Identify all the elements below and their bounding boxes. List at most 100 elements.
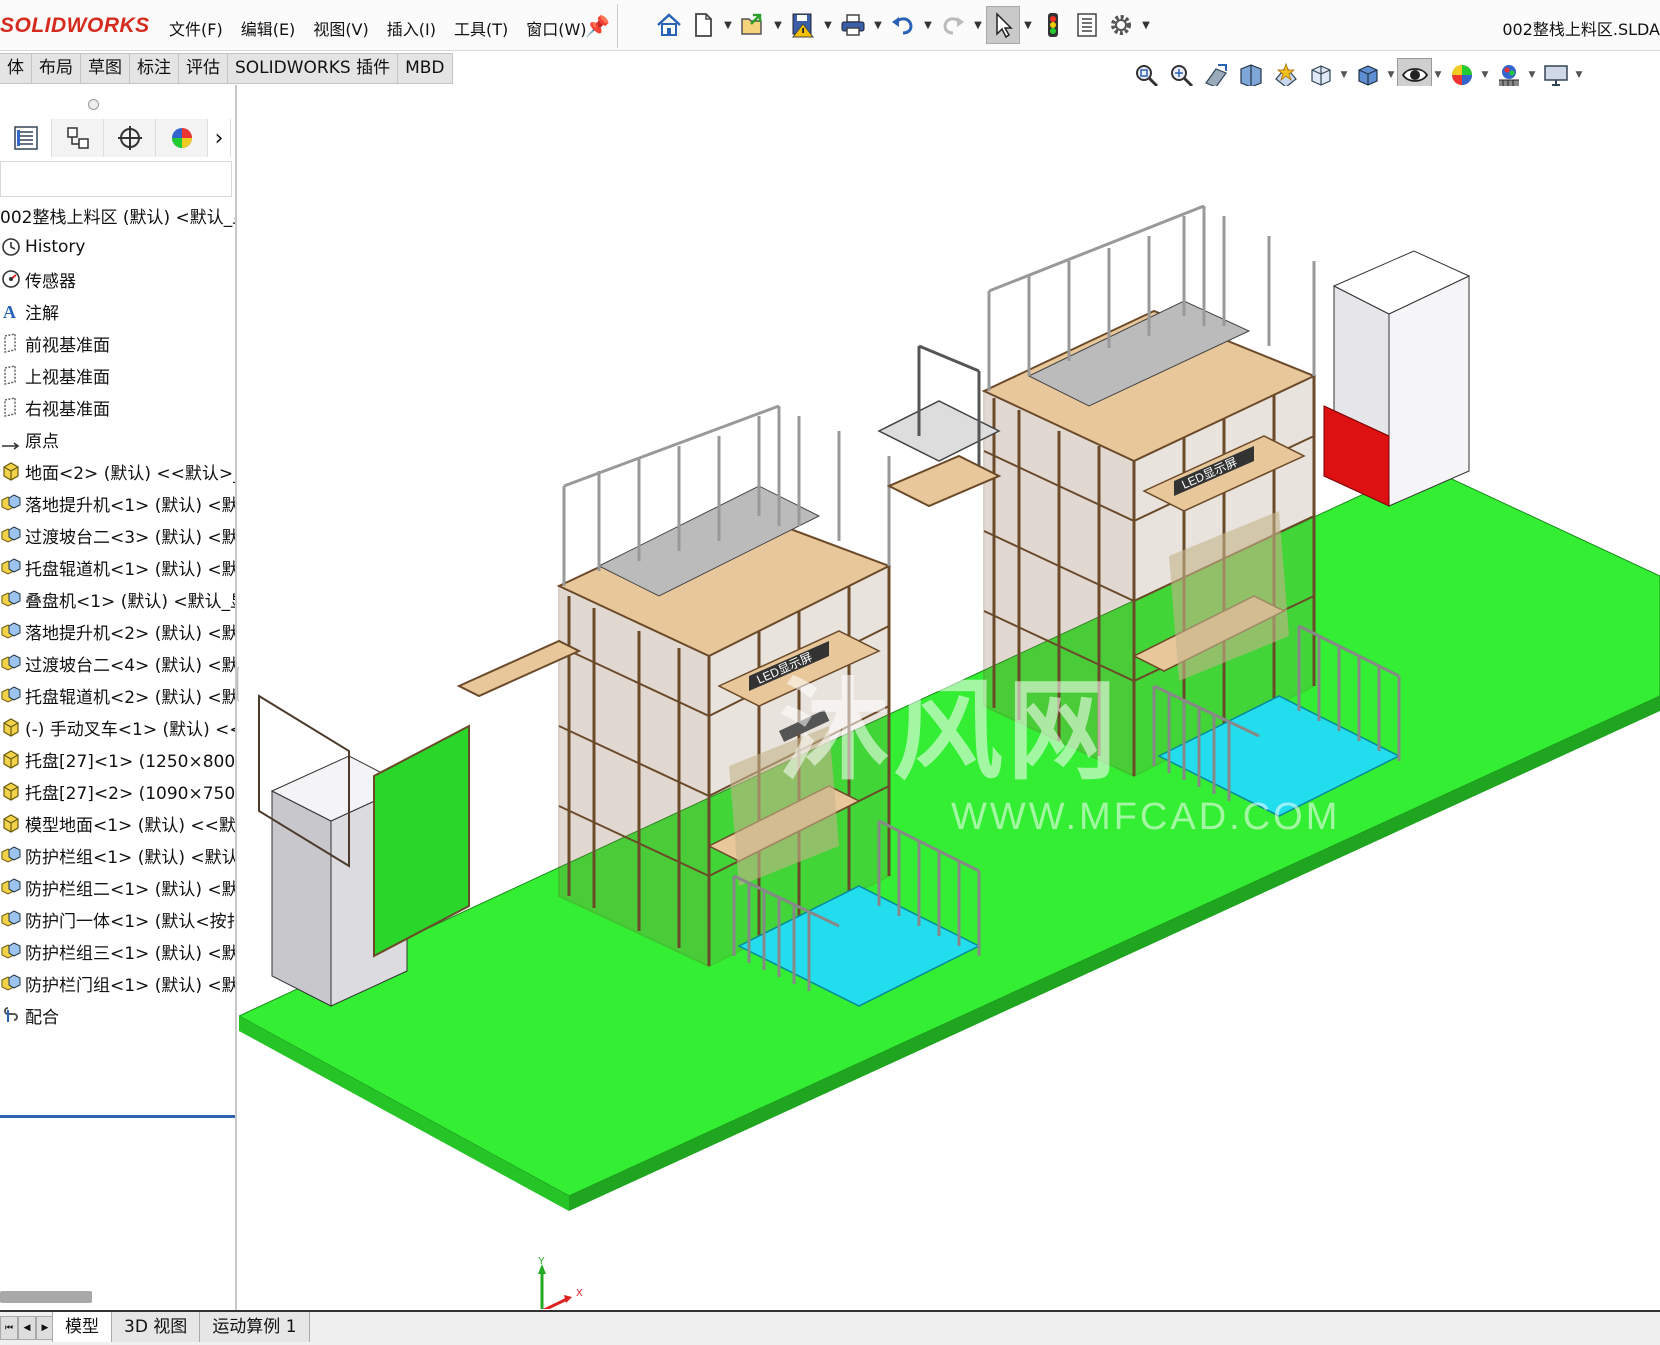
view-orientation-icon [1310, 65, 1331, 86]
tab-sketch[interactable]: 草图 [81, 53, 130, 84]
menu-tools[interactable]: 工具(T) [445, 16, 517, 40]
tree-item[interactable]: 防护栏组三<1> (默认) <默 [0, 935, 235, 967]
menu-file[interactable]: 文件(F) [160, 16, 232, 40]
prev-tab-arrow-icon[interactable]: ◀ [18, 1316, 36, 1340]
edit-appearance-caret[interactable]: ▼ [1479, 70, 1491, 80]
propertymanager-tab[interactable] [52, 119, 104, 157]
tree-item[interactable]: 防护门一体<1> (默认<按扎 [0, 903, 235, 935]
menu-view[interactable]: 视图(V) [304, 16, 377, 40]
new-document-icon [695, 13, 712, 37]
tree-item[interactable]: 落地提升机<1> (默认) <默 [0, 487, 235, 519]
tab-motion-study[interactable]: 运动算例 1 [200, 1312, 310, 1342]
options-button[interactable] [1104, 6, 1138, 44]
tree-item[interactable]: 传感器 [0, 263, 235, 295]
tree-item[interactable]: (-) 手动叉车<1> (默认) << [0, 711, 235, 743]
new-dropdown-caret[interactable]: ▼ [720, 6, 736, 44]
tree-item[interactable]: A 注解 [0, 295, 235, 327]
menu-window[interactable]: 窗口(W) [517, 16, 595, 40]
horizontal-scrollbar[interactable] [0, 1291, 92, 1303]
more-tabs-chevron-icon[interactable]: › [208, 119, 231, 157]
new-document-button[interactable] [686, 6, 720, 44]
tab-markup[interactable]: 标注 [130, 53, 179, 84]
apply-scene-caret[interactable]: ▼ [1526, 70, 1538, 80]
left-lift-tower [556, 404, 892, 968]
tree-item[interactable]: 过渡坡台二<4> (默认) <默 [0, 647, 235, 679]
rebuild-button[interactable] [1036, 6, 1070, 44]
tree-item[interactable]: 托盘辊道机<2> (默认) <默 [0, 679, 235, 711]
tree-item[interactable]: 托盘[27]<2> (1090×750: [0, 775, 235, 807]
print-dropdown-caret[interactable]: ▼ [870, 6, 886, 44]
tree-item[interactable]: 托盘辊道机<1> (默认) <默 [0, 551, 235, 583]
open-dropdown-caret[interactable]: ▼ [770, 6, 786, 44]
history-icon [0, 236, 22, 258]
tab-body[interactable]: 体 [0, 53, 32, 84]
tree-item-label: 防护栏组二<1> (默认) <默 [25, 879, 235, 900]
printer-icon [841, 14, 865, 36]
select-dropdown-caret[interactable]: ▼ [1020, 6, 1036, 44]
tree-item-label: 过渡坡台二<3> (默认) <默 [25, 527, 235, 548]
tree-item[interactable]: 右视基准面 [0, 391, 235, 423]
quick-access-toolbar: ▼ ▼ ▼ ▼ ▼ ▼ ▼ ▼ [652, 6, 1154, 44]
tree-root[interactable]: 002整栈上料区 (默认) <默认_显 [0, 199, 235, 231]
home-button[interactable] [652, 6, 686, 44]
tab-3d-view[interactable]: 3D 视图 [112, 1312, 201, 1342]
menu-insert[interactable]: 插入(I) [378, 16, 445, 40]
tree-item[interactable]: 防护栏组二<1> (默认) <默 [0, 871, 235, 903]
tree-item-label: 托盘[27]<1> (1250×800: [25, 751, 235, 772]
tree-item[interactable]: 上视基准面 [0, 359, 235, 391]
first-tab-arrow-icon[interactable]: ⏮ [0, 1316, 18, 1340]
tab-layout[interactable]: 布局 [32, 53, 81, 84]
tree-filter-input[interactable] [0, 161, 232, 197]
triad-x-label: X [576, 1288, 583, 1299]
view-orientation-caret[interactable]: ▼ [1338, 70, 1350, 80]
home-icon [657, 13, 681, 36]
tree-item-label: 落地提升机<1> (默认) <默 [25, 495, 235, 516]
display-style-caret[interactable]: ▼ [1385, 70, 1397, 80]
tree-item-label: 地面<2> (默认) <<默认>_ [25, 463, 235, 484]
assembly-icon [0, 524, 22, 546]
tree-item[interactable]: 落地提升机<2> (默认) <默 [0, 615, 235, 647]
tree-item[interactable]: 托盘[27]<1> (1250×800: [0, 743, 235, 775]
cabinet-side [1388, 275, 1470, 507]
tree-item[interactable]: 原点 [0, 423, 235, 455]
file-properties-button[interactable] [1070, 6, 1104, 44]
view-settings-caret[interactable]: ▼ [1573, 70, 1585, 80]
displaymanager-tab[interactable] [156, 119, 208, 157]
pane-grip[interactable] [88, 99, 99, 110]
previous-view-icon [1204, 64, 1227, 88]
tree-item[interactable]: 叠盘机<1> (默认) <默认_显 [0, 583, 235, 615]
bottom-tab-bar: ⏮ ◀ ▶ 模型 3D 视图 运动算例 1 [0, 1310, 1660, 1345]
tab-mbd[interactable]: MBD [398, 53, 453, 84]
save-button[interactable] [786, 6, 820, 44]
tab-evaluate[interactable]: 评估 [179, 53, 228, 84]
zoom-to-fit-icon [1135, 65, 1158, 88]
configurationmanager-tab[interactable] [104, 119, 156, 157]
tree-item[interactable]: 防护栏门组<1> (默认) <默 [0, 967, 235, 999]
crosshair-icon [117, 126, 142, 150]
tree-rollback-bar[interactable] [0, 1115, 235, 1118]
pin-icon[interactable]: 📌 [585, 14, 610, 38]
tab-model[interactable]: 模型 [52, 1312, 112, 1342]
tab-solidworks-addins[interactable]: SOLIDWORKS 插件 [228, 53, 399, 84]
tree-item[interactable]: 前视基准面 [0, 327, 235, 359]
print-button[interactable] [836, 6, 870, 44]
save-dropdown-caret[interactable]: ▼ [820, 6, 836, 44]
graphics-area[interactable]: LED显示屏 LED显示屏 沐风网 WWW.MFCAD.COM Y X Z [239, 86, 1660, 1309]
tree-item[interactable]: 防护栏组<1> (默认) <默认 [0, 839, 235, 871]
tree-item[interactable]: 地面<2> (默认) <<默认>_ [0, 455, 235, 487]
tree-item-label: 上视基准面 [25, 367, 110, 388]
undo-dropdown-caret[interactable]: ▼ [920, 6, 936, 44]
options-dropdown-caret[interactable]: ▼ [1138, 6, 1154, 44]
undo-button[interactable] [886, 6, 920, 44]
tree-item[interactable]: 模型地面<1> (默认) <<默 [0, 807, 235, 839]
tree-item[interactable]: 配合 [0, 999, 235, 1031]
open-button[interactable] [736, 6, 770, 44]
featuremanager-tab[interactable] [0, 119, 52, 157]
tree-item[interactable]: 过渡坡台二<3> (默认) <默 [0, 519, 235, 551]
redo-button[interactable] [936, 6, 970, 44]
menu-edit[interactable]: 编辑(E) [232, 16, 305, 40]
redo-dropdown-caret[interactable]: ▼ [970, 6, 986, 44]
tree-item[interactable]: History [0, 231, 235, 263]
select-button[interactable] [986, 6, 1020, 44]
hide-show-caret[interactable]: ▼ [1432, 70, 1444, 80]
